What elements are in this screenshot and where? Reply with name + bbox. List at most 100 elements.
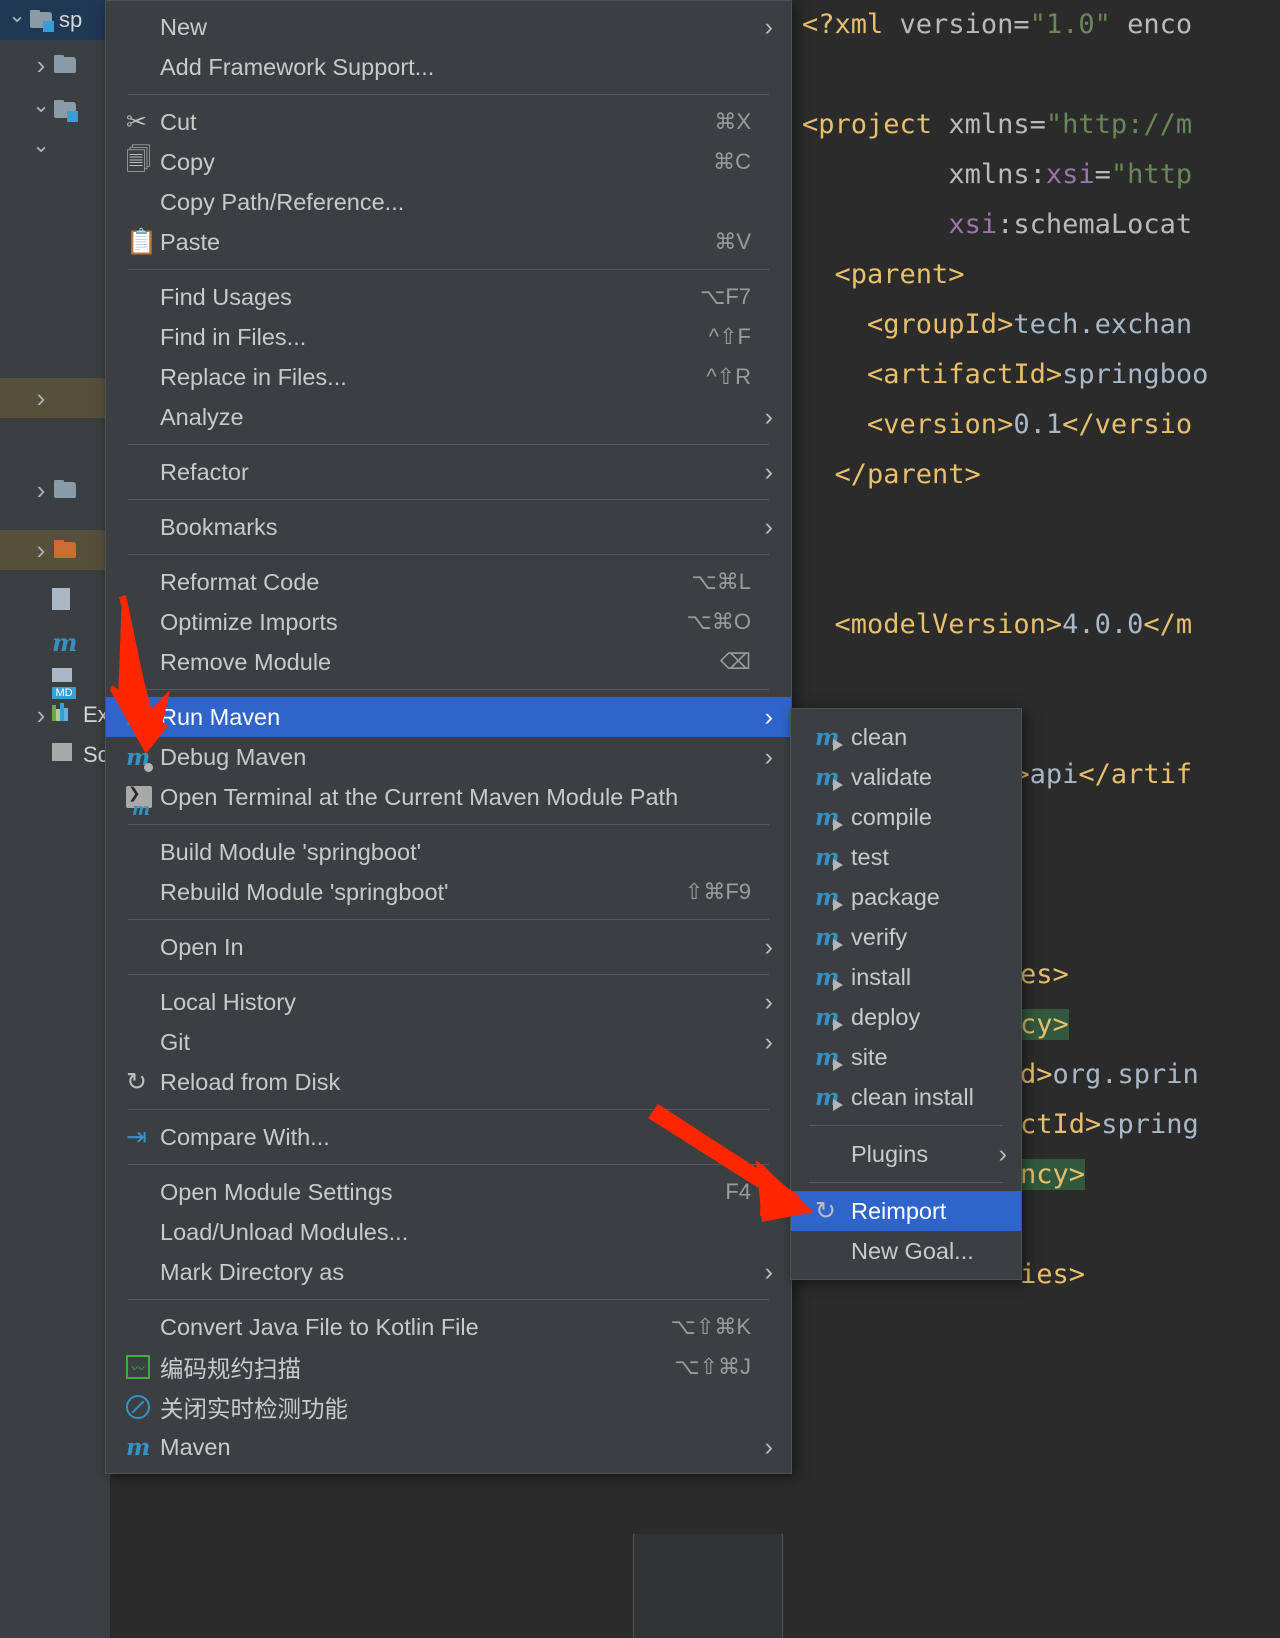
- menu-item-reload-from-disk[interactable]: ↻ Reload from Disk: [106, 1062, 791, 1102]
- menu-item-find-in-files[interactable]: Find in Files... ^⇧F: [106, 317, 791, 357]
- menu-item-add-framework-support[interactable]: Add Framework Support...: [106, 47, 791, 87]
- maven-pom-icon: m: [52, 628, 78, 657]
- tree-row[interactable]: [0, 580, 110, 620]
- chevron-right-icon[interactable]: [30, 702, 52, 728]
- menu-item-label: Replace in Files...: [160, 363, 347, 390]
- context-menu[interactable]: New › Add Framework Support... ✂ Cut ⌘X 🗐 Copy ⌘…: [105, 0, 792, 1474]
- menu-item-load-unload-modules[interactable]: Load/Unload Modules...: [106, 1212, 791, 1252]
- menu-item-build-module-springboot[interactable]: Build Module 'springboot': [106, 832, 791, 872]
- tree-row[interactable]: [0, 470, 110, 510]
- tree-row[interactable]: [0, 530, 110, 570]
- menu-item-label: Rebuild Module 'springboot': [160, 878, 449, 905]
- tree-row[interactable]: [0, 45, 110, 85]
- tree-row[interactable]: MD: [0, 660, 110, 700]
- menu-item-refactor[interactable]: Refactor ›: [106, 452, 791, 492]
- submenu-item-label: New Goal...: [851, 1237, 974, 1264]
- menu-item-replace-in-files[interactable]: Replace in Files... ^⇧R: [106, 357, 791, 397]
- menu-item-[interactable]: 〰编码规约扫描 ⌥⇧⌘J: [106, 1347, 791, 1387]
- submenu-item-label: verify: [851, 923, 908, 950]
- chevron-right-icon[interactable]: [30, 537, 52, 563]
- menu-item-shortcut: ⌫: [719, 649, 751, 674]
- submenu-item-verify[interactable]: m verify: [791, 917, 1021, 957]
- menu-item-remove-module[interactable]: Remove Module ⌫: [106, 642, 791, 682]
- submenu-item-reimport[interactable]: ↻ Reimport: [791, 1191, 1021, 1231]
- submenu-item-clean-install[interactable]: m clean install: [791, 1077, 1021, 1117]
- submenu-item-plugins[interactable]: Plugins ›: [791, 1134, 1021, 1174]
- menu-item-label: Compare With...: [160, 1123, 330, 1150]
- menu-item-copy[interactable]: 🗐 Copy ⌘C: [106, 142, 791, 182]
- menu-item-[interactable]: 关闭实时检测功能: [106, 1387, 791, 1427]
- menu-item-git[interactable]: Git ›: [106, 1022, 791, 1062]
- submenu-item-install[interactable]: m install: [791, 957, 1021, 997]
- menu-item-run-maven[interactable]: m Run Maven ›: [106, 697, 791, 737]
- submenu-item-deploy[interactable]: m deploy: [791, 997, 1021, 1037]
- submenu-item-compile[interactable]: m compile: [791, 797, 1021, 837]
- tree-row[interactable]: [0, 90, 110, 130]
- menu-item-label: Open Terminal at the Current Maven Modul…: [160, 783, 679, 810]
- menu-item-shortcut: ⇧⌘F9: [684, 879, 751, 904]
- submenu-item-validate[interactable]: m validate: [791, 757, 1021, 797]
- menu-item-optimize-imports[interactable]: Optimize Imports ⌥⌘O: [106, 602, 791, 642]
- menu-item-analyze[interactable]: Analyze ›: [106, 397, 791, 437]
- menu-item-bookmarks[interactable]: Bookmarks ›: [106, 507, 791, 547]
- tree-row[interactable]: [0, 130, 110, 170]
- menu-item-open-terminal-at-the-current-maven-module-path[interactable]: mOpen Terminal at the Current Maven Modu…: [106, 777, 791, 820]
- menu-item-label: Copy: [160, 148, 215, 175]
- submenu-item-new-goal-[interactable]: New Goal...: [791, 1231, 1021, 1271]
- maven-run-icon: m: [815, 1044, 851, 1071]
- menu-item-reformat-code[interactable]: Reformat Code ⌥⌘L: [106, 562, 791, 602]
- chevron-down-icon[interactable]: [30, 140, 52, 161]
- submenu-item-package[interactable]: m package: [791, 877, 1021, 917]
- submenu-item-label: validate: [851, 763, 932, 790]
- menu-item-label: Reload from Disk: [160, 1068, 341, 1095]
- menu-item-label: Open In: [160, 933, 244, 960]
- project-tree-panel[interactable]: sp m MDExSc: [0, 0, 110, 1638]
- menu-item-convert-java-file-to-kotlin-file[interactable]: Convert Java File to Kotlin File ⌥⇧⌘K: [106, 1307, 791, 1347]
- tree-row[interactable]: m: [0, 620, 110, 660]
- chevron-right-icon: ›: [764, 742, 773, 771]
- menu-item-open-in[interactable]: Open In ›: [106, 927, 791, 967]
- menu-item-label: Cut: [160, 108, 197, 135]
- chevron-right-icon: ›: [764, 702, 773, 731]
- submenu-item-label: package: [851, 883, 940, 910]
- folder-icon: [52, 480, 78, 500]
- menu-item-find-usages[interactable]: Find Usages ⌥F7: [106, 277, 791, 317]
- menu-item-copy-path-reference[interactable]: Copy Path/Reference...: [106, 182, 791, 222]
- menu-item-rebuild-module-springboot[interactable]: Rebuild Module 'springboot' ⇧⌘F9: [106, 872, 791, 912]
- menu-item-shortcut: ⌥⌘L: [691, 569, 751, 594]
- menu-item-cut[interactable]: ✂ Cut ⌘X: [106, 102, 791, 142]
- run-maven-submenu[interactable]: m clean m validate m compile m test m package m ver…: [790, 708, 1022, 1280]
- menu-item-open-module-settings[interactable]: Open Module Settings F4: [106, 1172, 791, 1212]
- menu-item-new[interactable]: New ›: [106, 7, 791, 47]
- menu-separator: [128, 444, 769, 445]
- menu-item-maven[interactable]: m Maven ›: [106, 1427, 791, 1467]
- tree-row[interactable]: sp: [0, 0, 110, 40]
- chevron-right-icon[interactable]: [30, 477, 52, 503]
- menu-separator: [128, 1164, 769, 1165]
- submenu-item-clean[interactable]: m clean: [791, 717, 1021, 757]
- menu-item-compare-with[interactable]: ⇥ Compare With...: [106, 1117, 791, 1157]
- tree-row[interactable]: Ex: [0, 695, 110, 735]
- tree-row[interactable]: [0, 378, 110, 418]
- menu-item-mark-directory-as[interactable]: Mark Directory as ›: [106, 1252, 791, 1292]
- maven-run-icon: m: [815, 964, 851, 991]
- chevron-down-icon[interactable]: [6, 10, 28, 31]
- menu-item-label: Run Maven: [160, 703, 281, 730]
- chevron-right-icon[interactable]: [30, 52, 52, 78]
- chevron-down-icon[interactable]: [30, 100, 52, 121]
- menu-item-paste[interactable]: 📋 Paste ⌘V: [106, 222, 791, 262]
- menu-item-local-history[interactable]: Local History ›: [106, 982, 791, 1022]
- chevron-right-icon[interactable]: [30, 385, 52, 411]
- code-line: cy>: [1020, 1009, 1069, 1040]
- menu-item-shortcut: ^⇧R: [706, 364, 751, 389]
- chevron-right-icon: ›: [764, 1257, 773, 1286]
- submenu-item-site[interactable]: m site: [791, 1037, 1021, 1077]
- folder-module-icon: [52, 100, 78, 122]
- compare-icon: ⇥: [126, 1123, 147, 1151]
- menu-item-debug-maven[interactable]: m Debug Maven ›: [106, 737, 791, 777]
- submenu-item-label: clean install: [851, 1083, 974, 1110]
- tree-row[interactable]: Sc: [0, 735, 110, 775]
- submenu-item-test[interactable]: m test: [791, 837, 1021, 877]
